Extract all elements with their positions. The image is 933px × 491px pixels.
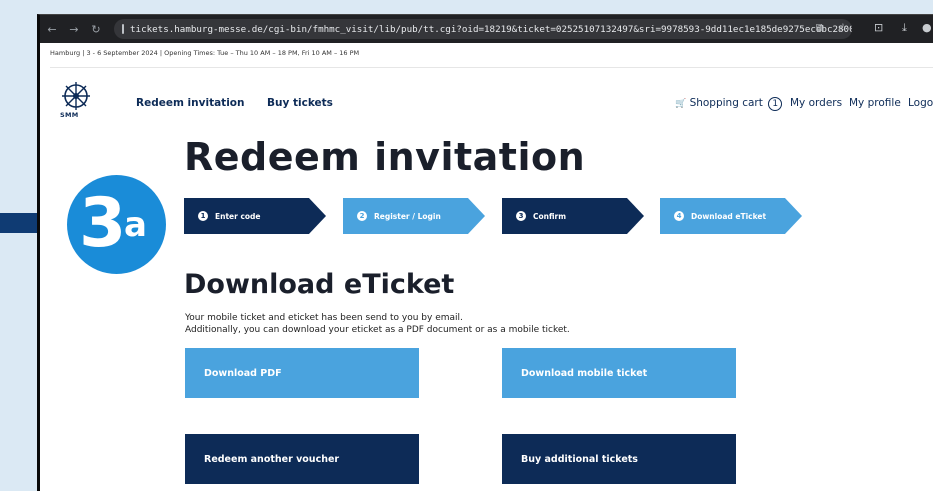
page-title: Redeem invitation bbox=[184, 135, 586, 179]
url-text: tickets.hamburg-messe.de/cgi-bin/fmhmc_v… bbox=[130, 23, 852, 35]
download-mobile-ticket-button[interactable]: Download mobile ticket bbox=[502, 348, 736, 398]
info-divider bbox=[50, 67, 933, 68]
step-register-login[interactable]: 2 Register / Login bbox=[343, 198, 485, 234]
logo-text: SMM bbox=[60, 111, 79, 119]
step-download-eticket[interactable]: 4 Download eTicket bbox=[660, 198, 802, 234]
description-line-1: Your mobile ticket and eticket has been … bbox=[185, 313, 463, 323]
shopping-cart-link[interactable]: 🛒 Shopping cart 1 bbox=[675, 97, 783, 111]
translate-icon[interactable]: ⧉ bbox=[816, 21, 824, 35]
description: Your mobile ticket and eticket has been … bbox=[185, 312, 570, 336]
step-number: 1 bbox=[198, 211, 208, 221]
left-accent-bar bbox=[0, 213, 40, 233]
step-number: 3 bbox=[516, 211, 526, 221]
description-line-2: Additionally, you can download your etic… bbox=[185, 325, 570, 335]
badge-letter: a bbox=[124, 205, 147, 245]
logout-link[interactable]: Logou bbox=[908, 97, 933, 109]
cart-icon: 🛒 bbox=[675, 99, 687, 109]
step-number: 4 bbox=[674, 211, 684, 221]
badge-number: 3 bbox=[79, 184, 127, 263]
info-bar: Hamburg | 3 - 6 September 2024 | Opening… bbox=[50, 49, 360, 57]
browser-toolbar: ← → ↻ tickets.hamburg-messe.de/cgi-bin/f… bbox=[40, 15, 933, 43]
section-title: Download eTicket bbox=[184, 269, 455, 300]
nav-buy-tickets[interactable]: Buy tickets bbox=[267, 97, 333, 109]
cart-count-badge: 1 bbox=[768, 97, 783, 111]
download-pdf-button[interactable]: Download PDF bbox=[185, 348, 419, 398]
profile-icon[interactable]: ● bbox=[922, 21, 932, 34]
site-settings-icon[interactable] bbox=[122, 24, 124, 34]
forward-icon[interactable]: → bbox=[64, 19, 84, 39]
my-orders-link[interactable]: My orders bbox=[790, 97, 842, 109]
step-label: Download eTicket bbox=[691, 211, 767, 221]
redeem-another-voucher-button[interactable]: Redeem another voucher bbox=[185, 434, 419, 484]
browser-window: ← → ↻ tickets.hamburg-messe.de/cgi-bin/f… bbox=[37, 14, 933, 491]
address-bar[interactable]: tickets.hamburg-messe.de/cgi-bin/fmhmc_v… bbox=[114, 19, 852, 39]
step-confirm[interactable]: 3 Confirm bbox=[502, 198, 644, 234]
step-number: 2 bbox=[357, 211, 367, 221]
extensions-icon[interactable]: ⊡ bbox=[874, 21, 883, 34]
cart-label: Shopping cart bbox=[689, 97, 763, 109]
step-label: Register / Login bbox=[374, 211, 441, 221]
step-enter-code[interactable]: 1 Enter code bbox=[184, 198, 326, 234]
star-icon[interactable]: ☆ bbox=[838, 21, 848, 34]
step-badge: 3 a bbox=[67, 175, 166, 274]
reload-icon[interactable]: ↻ bbox=[86, 19, 106, 39]
step-label: Enter code bbox=[215, 211, 261, 221]
buy-additional-tickets-button[interactable]: Buy additional tickets bbox=[502, 434, 736, 484]
download-icon[interactable]: ⤓ bbox=[902, 21, 907, 35]
my-profile-link[interactable]: My profile bbox=[849, 97, 901, 109]
back-icon[interactable]: ← bbox=[42, 19, 62, 39]
nav-redeem-invitation[interactable]: Redeem invitation bbox=[136, 97, 245, 109]
step-label: Confirm bbox=[533, 211, 567, 221]
